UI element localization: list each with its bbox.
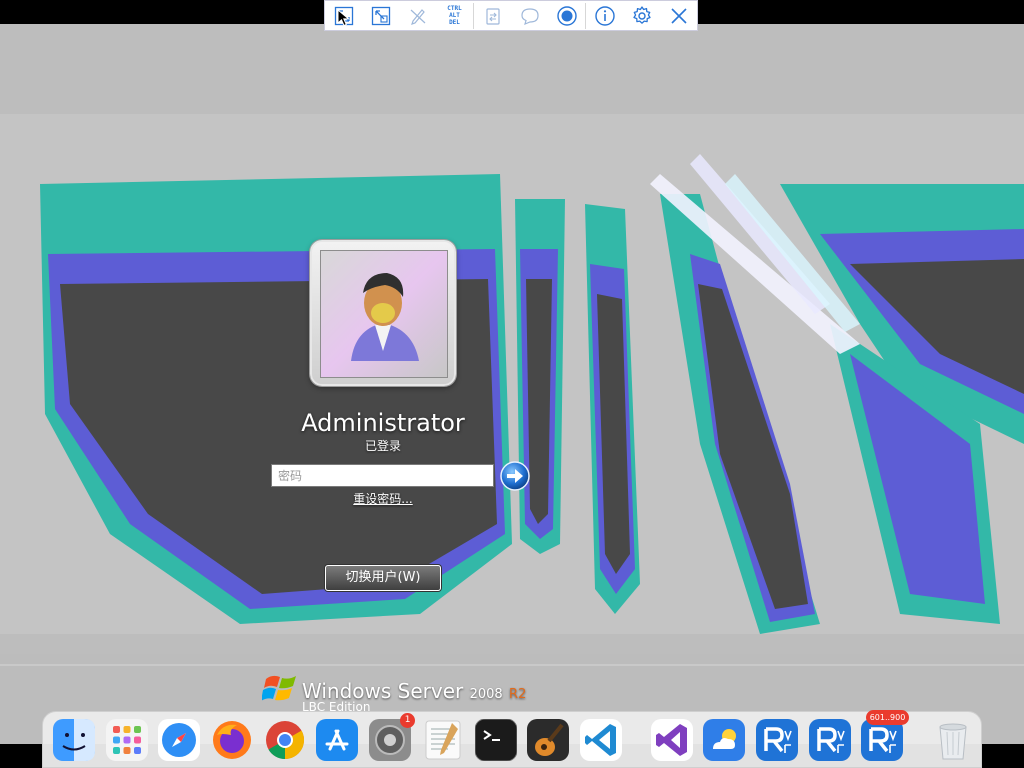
avatar — [320, 250, 448, 378]
dock-vnc-viewer-1[interactable] — [755, 718, 798, 761]
safari-icon — [158, 718, 201, 761]
username-label: Administrator — [301, 409, 465, 437]
arrow-right-icon — [500, 461, 530, 491]
visual-studio-icon — [650, 718, 693, 761]
reset-password-link[interactable]: 重设密码... — [330, 490, 436, 508]
user-avatar-icon — [321, 251, 447, 377]
pen-button[interactable] — [399, 0, 436, 31]
notification-badge: 1 — [400, 712, 416, 728]
dock-trash[interactable] — [932, 719, 974, 761]
dock-vnc-viewer-2[interactable] — [808, 718, 851, 761]
dock-garageband[interactable] — [527, 718, 570, 761]
windows-flag-icon — [261, 675, 296, 701]
vscode-icon — [579, 718, 622, 761]
chat-icon — [520, 7, 539, 25]
notification-badge: 601..900 — [865, 709, 910, 725]
app-store-icon — [316, 718, 359, 761]
mouse-pointer-icon — [337, 9, 350, 27]
dock-vscode[interactable] — [579, 718, 622, 761]
cad-line-ctrl: CTRL — [447, 5, 462, 12]
windows-logo — [261, 669, 302, 711]
login-submit-button[interactable] — [500, 461, 530, 491]
clipboard-icon — [485, 7, 500, 25]
dock-visual-studio[interactable] — [650, 718, 693, 761]
settings-button[interactable] — [623, 0, 660, 31]
vnc-viewer-icon — [861, 718, 904, 761]
vnc-viewer-icon — [755, 718, 798, 761]
pen-disabled-icon — [410, 8, 425, 25]
firefox-icon — [213, 720, 252, 759]
user-avatar-frame — [310, 240, 456, 386]
close-icon — [670, 7, 687, 24]
scale-button[interactable] — [362, 0, 399, 31]
dock-firefox[interactable] — [211, 719, 253, 761]
product-release: R2 — [509, 687, 527, 702]
remote-toolbar: CTRL ALT DEL — [324, 0, 698, 31]
dock-vnc-viewer-3[interactable]: 601..900 — [861, 709, 910, 761]
dock-app-store[interactable] — [316, 718, 359, 761]
remote-desktop-screen[interactable]: Administrator 已登录 重设密码... 切换用户(W) Window… — [0, 24, 1024, 744]
dock-textedit[interactable] — [422, 719, 464, 761]
vnc-viewer-icon — [808, 718, 851, 761]
chrome-icon — [265, 720, 304, 759]
gear-icon — [632, 5, 651, 24]
dock-chrome[interactable] — [264, 719, 306, 761]
product-version: 2008 — [469, 687, 503, 702]
record-icon — [556, 5, 577, 26]
ctrl-alt-del-icon: CTRL ALT DEL — [447, 5, 461, 26]
scale-icon — [371, 6, 390, 25]
dock: 1 601..900 — [42, 709, 982, 768]
dock-finder[interactable] — [53, 718, 95, 761]
ctrl-alt-del-button[interactable]: CTRL ALT DEL — [436, 0, 473, 31]
clipboard-button[interactable] — [474, 0, 511, 31]
dock-launchpad[interactable] — [105, 718, 148, 761]
switch-user-button[interactable]: 切换用户(W) — [325, 565, 441, 591]
garageband-icon — [527, 718, 570, 761]
login-wallpaper — [0, 24, 1024, 744]
cad-line-del: DEL — [449, 19, 460, 26]
textedit-icon — [425, 720, 461, 759]
info-icon — [594, 5, 615, 26]
close-button[interactable] — [660, 0, 697, 31]
dock-system-preferences[interactable]: 1 — [369, 712, 416, 761]
terminal-icon — [474, 718, 517, 761]
dock-safari[interactable] — [158, 718, 201, 761]
dock-weather[interactable] — [703, 718, 746, 761]
dock-terminal[interactable] — [474, 718, 517, 761]
trash-icon — [939, 723, 967, 759]
record-button[interactable] — [548, 0, 585, 31]
weather-icon — [703, 718, 746, 761]
login-status-label: 已登录 — [364, 439, 401, 453]
launchpad-icon — [105, 718, 148, 761]
finder-icon — [53, 718, 95, 761]
chat-button[interactable] — [511, 0, 548, 31]
cad-line-alt: ALT — [449, 12, 460, 19]
info-button[interactable] — [586, 0, 623, 31]
password-input[interactable] — [271, 464, 494, 487]
